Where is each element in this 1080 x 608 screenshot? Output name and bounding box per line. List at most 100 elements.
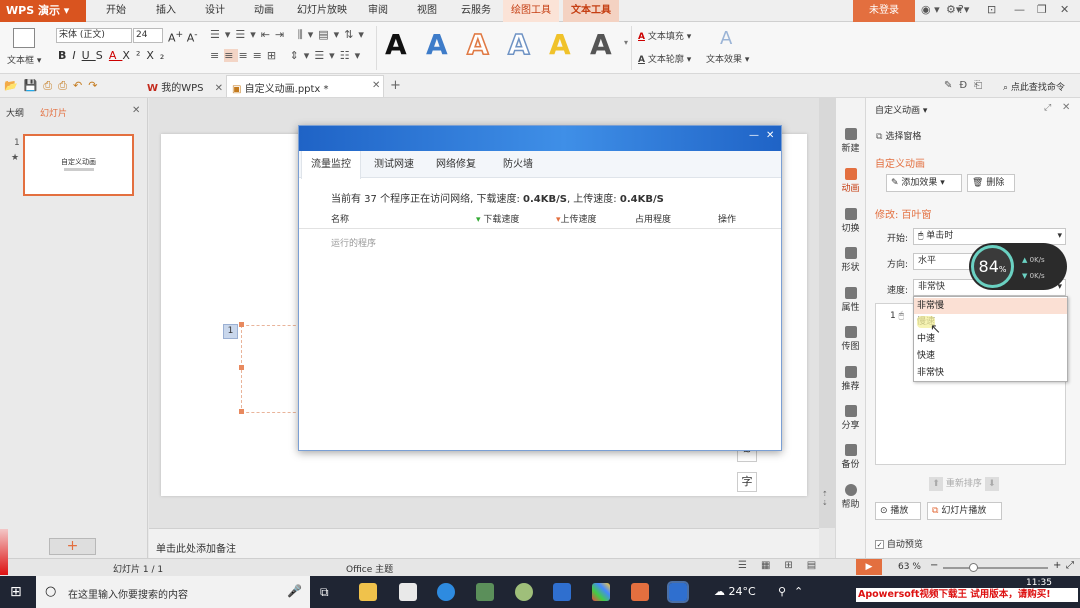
animation-list-item[interactable]: 1 🖱: [890, 311, 904, 321]
tab-tools[interactable]: ✎Ð⎗: [944, 80, 989, 91]
text-style-gray[interactable]: A: [590, 30, 612, 60]
minimize-icon[interactable]: —: [749, 130, 759, 141]
text-fill-button[interactable]: A 文本填充 ▾: [638, 29, 691, 42]
view-buttons[interactable]: ☰▦⊞▤: [738, 560, 830, 571]
task-view-icon[interactable]: ⧉: [320, 585, 329, 600]
sidebar-shape[interactable]: 形状: [835, 247, 866, 273]
quick-access-toolbar[interactable]: 📂💾⎙⎙↶↷: [4, 79, 103, 93]
maximize-icon[interactable]: ❐: [1037, 3, 1047, 16]
font-name-select[interactable]: 宋体 (正文): [56, 28, 132, 43]
sidebar-properties[interactable]: 属性: [835, 287, 866, 313]
weather-widget[interactable]: ☁ 24°C: [714, 585, 756, 598]
text-style-black[interactable]: A: [385, 30, 407, 60]
running-programs-group[interactable]: 运行的程序: [331, 236, 376, 249]
close-pane-icon[interactable]: ✕: [1062, 102, 1070, 113]
security-icon[interactable]: [667, 581, 689, 603]
speed-option[interactable]: 非常慢: [914, 298, 1067, 314]
resize-handle[interactable]: [239, 409, 244, 414]
zoom-out-icon[interactable]: −: [930, 560, 938, 571]
menu-design[interactable]: 设计: [201, 0, 229, 22]
security-icon[interactable]: [553, 583, 571, 601]
windows-start-icon[interactable]: ⊞: [10, 584, 22, 600]
tab-firewall[interactable]: 防火墙: [494, 151, 542, 178]
gallery-more-icon[interactable]: ▾: [624, 38, 628, 47]
font-size-select[interactable]: 24: [133, 28, 163, 43]
text-format-icon[interactable]: 字: [737, 472, 757, 492]
menu-cloud[interactable]: 云服务: [457, 0, 495, 22]
command-search[interactable]: ⌕ 点此查找命令: [1003, 80, 1065, 93]
app-icon[interactable]: [476, 583, 494, 601]
minimize-icon[interactable]: —: [1014, 3, 1025, 16]
zoom-slider-thumb[interactable]: [969, 563, 978, 572]
reorder-controls[interactable]: ⬆ 重新排序 ⬇: [929, 475, 1013, 493]
app-menu-button[interactable]: WPS 演示 ▾: [0, 0, 86, 22]
sidebar-backup[interactable]: 备份: [835, 444, 866, 470]
edge-icon[interactable]: [437, 583, 455, 601]
textbox-label[interactable]: 文本框 ▾: [7, 53, 41, 66]
tab-network-repair[interactable]: 网络修复: [427, 151, 485, 178]
column-name[interactable]: 名称: [331, 212, 349, 225]
close-document-icon[interactable]: ✕: [372, 80, 380, 91]
slideshow-button[interactable]: ⧉ 幻灯片播放: [927, 502, 1002, 520]
mail-icon[interactable]: [399, 583, 417, 601]
text-style-orange[interactable]: A: [466, 29, 489, 61]
sidebar-recommend[interactable]: 推荐: [835, 366, 866, 392]
login-button[interactable]: 未登录: [853, 0, 915, 22]
dialog-title-bar[interactable]: [299, 126, 781, 151]
column-action[interactable]: 操作: [718, 212, 736, 225]
auto-preview-checkbox[interactable]: ✓ 自动预览: [875, 537, 923, 550]
zoom-in-icon[interactable]: +: [1053, 560, 1061, 571]
text-style-yellow[interactable]: A: [549, 30, 571, 60]
tab-text-tools[interactable]: 文本工具: [563, 0, 619, 22]
microphone-icon[interactable]: 🎤: [287, 584, 302, 598]
app-icon[interactable]: [515, 583, 533, 601]
notes-area[interactable]: [149, 528, 819, 558]
skin-icon[interactable]: ◉ ▾: [921, 3, 940, 16]
direction-select[interactable]: 水平: [913, 253, 973, 270]
resize-handle[interactable]: [239, 322, 244, 327]
delete-button[interactable]: 🗑 删除: [967, 174, 1015, 192]
add-slide-button[interactable]: +: [49, 538, 96, 555]
selected-textbox[interactable]: [241, 325, 301, 413]
text-effect-button[interactable]: 文本效果 ▾: [706, 52, 749, 65]
sidebar-share[interactable]: 分享: [835, 405, 866, 431]
tab-traffic-monitor[interactable]: 流量监控: [301, 151, 361, 179]
sidebar-animation[interactable]: 动画: [835, 168, 866, 194]
tray-icons[interactable]: ⚲⌃: [778, 585, 811, 598]
fit-window-icon[interactable]: ⤢: [1066, 560, 1074, 571]
animation-order-tag[interactable]: 1: [223, 324, 238, 339]
column-download[interactable]: ▾ 下载速度: [476, 212, 519, 225]
menu-insert[interactable]: 插入: [152, 0, 180, 22]
text-style-outline-blue[interactable]: A: [507, 29, 530, 61]
slide-thumbnail[interactable]: 自定义动画: [23, 134, 134, 196]
format-buttons[interactable]: BIUSAX²X₂: [58, 49, 170, 62]
play-slideshow-icon[interactable]: ▶: [856, 559, 882, 575]
restore-layout-icon[interactable]: ⊡: [987, 3, 996, 16]
column-upload[interactable]: ▾上传速度: [556, 212, 597, 225]
select-pane-button[interactable]: ⧉ 选择窗格: [876, 129, 921, 142]
add-effect-button[interactable]: ✎ 添加效果 ▾: [886, 174, 962, 192]
zoom-slider[interactable]: [943, 567, 1048, 569]
menu-review[interactable]: 审阅: [364, 0, 392, 22]
menu-animation[interactable]: 动画: [250, 0, 278, 22]
close-icon[interactable]: ✕: [766, 130, 774, 141]
menu-home[interactable]: 开始: [102, 0, 130, 22]
speed-option[interactable]: 快速: [914, 348, 1067, 364]
sidebar-transition[interactable]: 切换: [835, 208, 866, 234]
tab-drawing-tools[interactable]: 绘图工具: [503, 0, 559, 22]
sidebar-upload-image[interactable]: 传图: [835, 326, 866, 352]
sidebar-new[interactable]: 新建: [835, 128, 866, 154]
text-outline-button[interactable]: A 文本轮廓 ▾: [638, 52, 691, 65]
close-icon[interactable]: ✕: [1060, 3, 1069, 16]
tab-slides[interactable]: 幻灯片: [40, 106, 67, 119]
play-button[interactable]: ⊙ 播放: [875, 502, 921, 520]
text-style-blue[interactable]: A: [426, 30, 448, 60]
sidebar-help[interactable]: 帮助: [835, 484, 866, 510]
help-icon[interactable]: ?▾: [958, 3, 969, 16]
menu-view[interactable]: 视图: [413, 0, 441, 22]
pane-title[interactable]: 自定义动画 ▾: [875, 103, 927, 116]
new-tab-icon[interactable]: +: [390, 78, 401, 93]
vertical-scrollbar[interactable]: [819, 98, 835, 528]
wps-taskbar-icon[interactable]: [631, 583, 649, 601]
pin-icon[interactable]: ⤢: [1044, 103, 1051, 113]
